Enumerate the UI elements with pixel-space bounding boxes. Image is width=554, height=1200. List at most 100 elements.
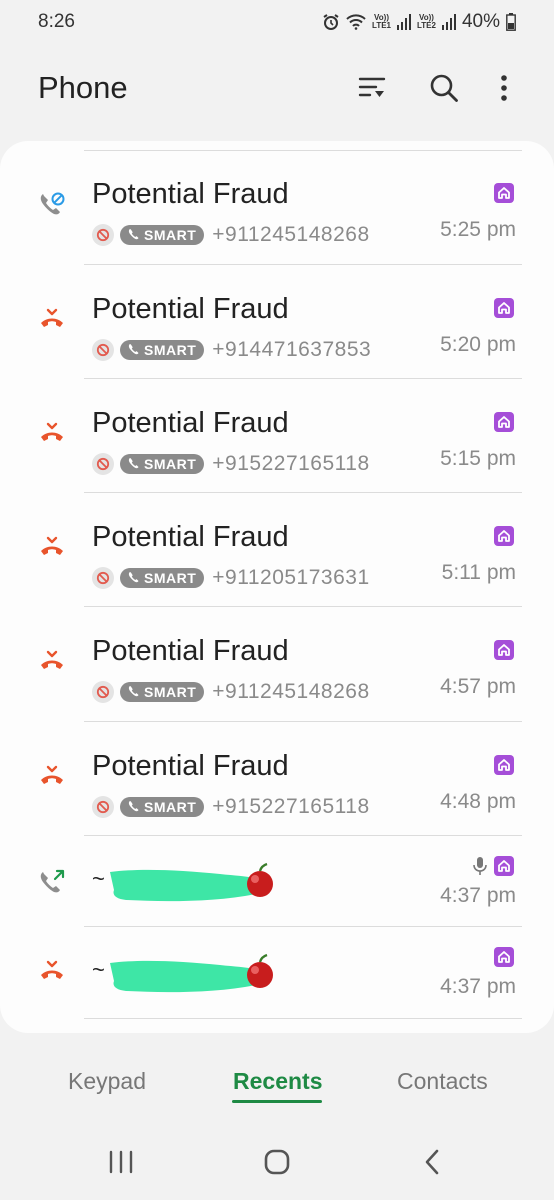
sim2-label: Vo)) LTE2 [417, 13, 436, 30]
call-log-row[interactable]: Potential Fraud SMART +911205173631 5:11… [0, 493, 554, 607]
more-vertical-icon [501, 75, 507, 101]
smart-badge: SMART [120, 454, 205, 474]
rejected-call-icon [38, 957, 66, 985]
caller-name: Potential Fraud [92, 178, 289, 210]
smart-badge-label: SMART [144, 227, 197, 243]
phone-icon [128, 342, 140, 358]
block-icon [92, 224, 114, 246]
home-button[interactable] [257, 1144, 297, 1180]
battery-percent: 40% [461, 11, 500, 32]
smart-badge-label: SMART [144, 570, 197, 586]
signal-icon-sim2 [441, 14, 456, 30]
call-log-row[interactable]: Potential Fraud SMART +911245148268 5:25… [0, 150, 554, 265]
battery-icon [506, 13, 516, 31]
rejected-call-icon [38, 305, 66, 333]
smart-badge-label: SMART [144, 799, 197, 815]
sim-icon [494, 755, 514, 775]
call-time: 5:20 pm [440, 333, 516, 356]
smart-badge-label: SMART [144, 456, 197, 472]
rejected-call-icon [38, 762, 66, 790]
page-title: Phone [38, 70, 128, 105]
block-icon [92, 567, 114, 589]
smart-badge: SMART [120, 682, 205, 702]
block-icon [92, 681, 114, 703]
alarm-icon [323, 14, 339, 30]
wifi-icon [346, 14, 366, 30]
sim-icon [494, 298, 514, 318]
caller-name: Potential Fraud [92, 750, 289, 782]
app-header: Phone [0, 60, 554, 116]
tab-recents[interactable]: Recents [233, 1068, 322, 1095]
back-icon [425, 1149, 439, 1175]
filter-icon [358, 77, 386, 97]
caller-name: Potential Fraud [92, 521, 289, 553]
call-log-row[interactable]: Potential Fraud SMART +915227165118 5:15… [0, 379, 554, 493]
call-log-row[interactable]: Potential Fraud SMART +911245148268 4:57… [0, 607, 554, 722]
block-icon [92, 796, 114, 818]
sim-icon [494, 947, 514, 967]
call-log-row[interactable]: Potential Fraud SMART +914471637853 5:20… [0, 265, 554, 379]
call-time: 5:25 pm [440, 218, 516, 241]
smart-badge-label: SMART [144, 684, 197, 700]
smart-badge-label: SMART [144, 342, 197, 358]
tab-keypad[interactable]: Keypad [68, 1068, 146, 1095]
tab-contacts[interactable]: Contacts [397, 1068, 488, 1095]
search-button[interactable] [424, 68, 464, 108]
phone-icon [128, 799, 140, 815]
recents-list[interactable]: Potential Fraud SMART +911245148268 5:25… [0, 141, 554, 1033]
phone-number: +915227165118 [212, 452, 370, 475]
mic-icon [472, 856, 488, 876]
sim-icon [494, 412, 514, 432]
call-log-row[interactable]: ~4:37 pm [0, 927, 554, 1019]
caller-meta: SMART +914471637853 [92, 338, 371, 362]
redacted-scribble [92, 860, 282, 904]
recent-apps-button[interactable] [101, 1144, 141, 1180]
system-nav-bar [0, 1130, 554, 1194]
block-icon [92, 453, 114, 475]
block-icon [92, 339, 114, 361]
caller-name: Potential Fraud [92, 407, 289, 439]
caller-meta: SMART +911205173631 [92, 566, 370, 590]
caller-meta: SMART +911245148268 [92, 680, 370, 704]
caller-name: Potential Fraud [92, 635, 289, 667]
call-log-row[interactable]: Potential Fraud SMART +915227165118 4:48… [0, 722, 554, 836]
call-time: 4:57 pm [440, 675, 516, 698]
smart-badge: SMART [120, 797, 205, 817]
blocked-call-icon [38, 190, 66, 218]
status-time: 8:26 [38, 11, 75, 32]
call-time: 5:15 pm [440, 447, 516, 470]
caller-meta: SMART +911245148268 [92, 223, 370, 247]
smart-badge: SMART [120, 225, 205, 245]
call-log-row[interactable]: ~4:37 pm [0, 836, 554, 927]
phone-number: +914471637853 [212, 338, 372, 361]
rejected-call-icon [38, 533, 66, 561]
call-time: 4:37 pm [440, 975, 516, 998]
status-bar: 8:26 Vo)) LTE1 Vo)) LTE2 40% [0, 0, 554, 44]
recent-apps-icon [109, 1150, 133, 1174]
phone-icon [128, 570, 140, 586]
active-tab-indicator [232, 1100, 322, 1103]
sim-icon [494, 526, 514, 546]
more-options-button[interactable] [484, 68, 524, 108]
call-time: 4:48 pm [440, 790, 516, 813]
smart-badge: SMART [120, 340, 205, 360]
bottom-tabs: Keypad Recents Contacts [0, 1050, 554, 1110]
sim1-label: Vo)) LTE1 [372, 13, 391, 30]
sim-icon [494, 640, 514, 660]
caller-meta: SMART +915227165118 [92, 795, 370, 819]
outgoing-call-icon [38, 866, 66, 894]
filter-button[interactable] [352, 68, 392, 108]
phone-icon [128, 456, 140, 472]
phone-number: +911245148268 [212, 223, 370, 246]
back-button[interactable] [412, 1144, 452, 1180]
phone-icon [128, 684, 140, 700]
smart-badge: SMART [120, 568, 205, 588]
home-icon [264, 1149, 290, 1175]
search-icon [430, 74, 458, 102]
call-time: 4:37 pm [440, 884, 516, 907]
rejected-call-icon [38, 647, 66, 675]
divider [84, 1018, 522, 1019]
redacted-scribble [92, 951, 282, 995]
phone-icon [128, 227, 140, 243]
phone-number: +911245148268 [212, 680, 370, 703]
